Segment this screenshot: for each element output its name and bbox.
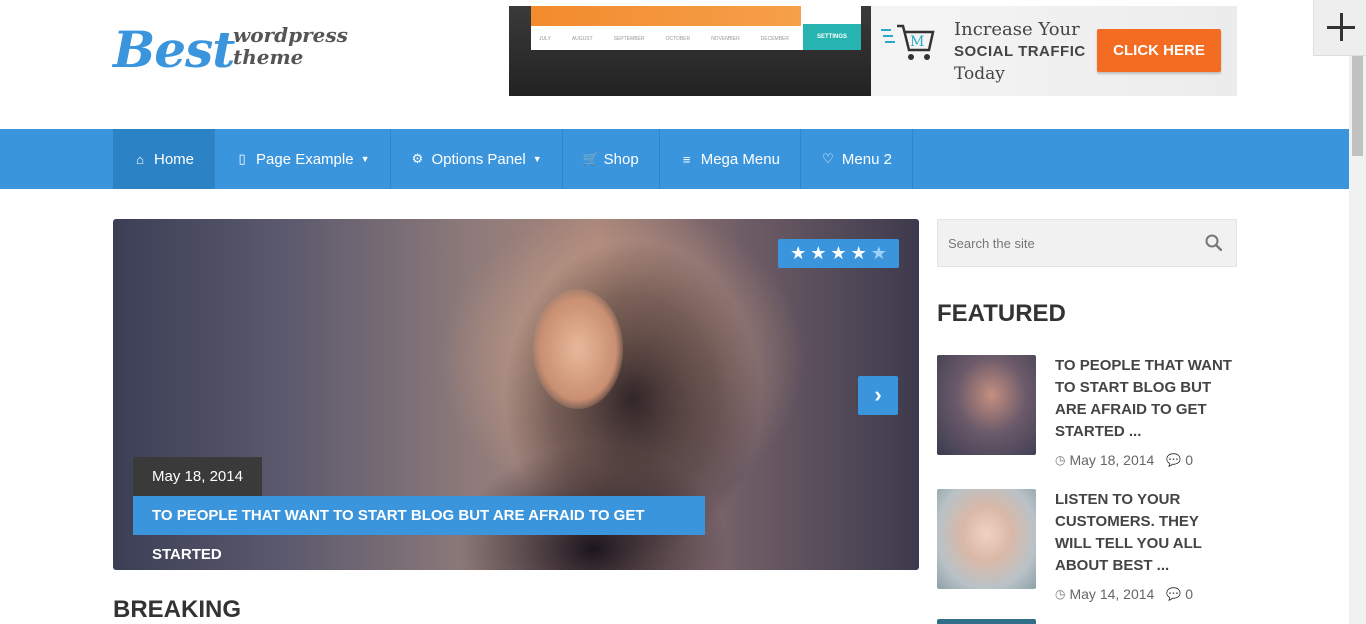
post-thumbnail[interactable] [937,619,1036,624]
banner-tick: JULY [539,36,551,42]
star-icon: ★ [870,243,887,263]
nav-item-shop[interactable]: 🛒 Shop [563,129,660,189]
nav-items: ⌂ Home ▯ Page Example ▼ ⚙ Options Panel … [113,129,913,189]
post-date: May 18, 2014 [1069,452,1155,468]
post-title[interactable]: LISTEN TO YOUR CUSTOMERS. THEY WILL TELL… [1055,489,1237,577]
cogs-icon: ⚙ [411,151,424,166]
banner-screen-bar [531,6,801,26]
logo-wordmark: Best [113,20,235,79]
cart-letter: M [910,34,924,50]
nav-item-label: Page Example [256,150,354,168]
logo-tagline-line1: wordpress [233,23,348,47]
banner-tick: DECEMBER [760,36,789,42]
slider-post-title[interactable]: TO PEOPLE THAT WANT TO START BLOG BUT AR… [133,496,705,563]
nav-item-label: Menu 2 [841,150,892,168]
comments-icon: 💬 [1166,587,1182,601]
nav-item-label: Options Panel [431,150,526,168]
star-icon: ★ [810,243,827,263]
featured-heading: FEATURED [937,300,1066,327]
tablet-icon: ▯ [238,151,246,166]
post-comment-count[interactable]: 0 [1185,586,1193,602]
banner-laptop-screen: JULY AUGUST SEPTEMBER OCTOBER NOVEMBER D… [531,6,861,50]
logo-tagline: wordpress theme [233,24,348,68]
banner-text: Increase Your SOCIAL TRAFFIC Today [954,19,1086,85]
click-here-button[interactable]: CLICK HERE [1097,29,1221,72]
nav-item-page-example[interactable]: ▯ Page Example ▼ [215,129,391,189]
post-meta: ◷ May 14, 2014 💬 0 [1055,586,1193,602]
post-date: May 14, 2014 [1069,586,1155,602]
featured-post[interactable]: LISTEN TO YOUR CUSTOMERS. THEY WILL TELL… [937,489,1237,602]
clock-icon: ◷ [1055,587,1066,601]
banner-line3: Today [954,64,1005,84]
cart-icon: M [881,24,935,60]
post-meta: ◷ May 18, 2014 💬 0 [1055,452,1193,468]
chevron-right-icon[interactable]: › [858,376,898,415]
post-thumbnail[interactable] [937,489,1036,589]
star-icon: ★ [850,243,867,263]
nav-item-menu-2[interactable]: ♡ Menu 2 [801,129,913,189]
slider-date: May 18, 2014 [133,457,262,496]
header-ad-banner[interactable]: JULY AUGUST SEPTEMBER OCTOBER NOVEMBER D… [509,6,1237,96]
home-icon: ⌂ [136,151,144,167]
banner-line2: SOCIAL TRAFFIC [954,43,1086,60]
banner-tick: NOVEMBER [711,36,740,42]
bars-icon: ≡ [682,151,691,167]
nav-item-label: Shop [603,150,639,168]
nav-item-mega-menu[interactable]: ≡ Mega Menu [660,129,801,189]
search-box [937,219,1237,267]
page-scrollbar[interactable] [1349,56,1366,624]
chevron-down-icon: ▼ [360,154,370,164]
plus-icon[interactable] [1313,0,1366,56]
banner-screen-label: SETTINGS [803,24,861,50]
scrollbar-thumb[interactable] [1352,56,1363,156]
main-navigation: ⌂ Home ▯ Page Example ▼ ⚙ Options Panel … [0,129,1349,189]
chevron-down-icon: ▼ [532,154,542,164]
comments-icon: 💬 [1166,453,1182,467]
banner-tick: SEPTEMBER [613,36,645,42]
clock-icon: ◷ [1055,453,1066,467]
banner-laptop-image: JULY AUGUST SEPTEMBER OCTOBER NOVEMBER D… [509,6,871,96]
search-icon[interactable] [1205,234,1222,251]
post-thumbnail[interactable] [937,355,1036,455]
featured-post[interactable]: TO PEOPLE THAT WANT TO START BLOG BUT AR… [937,355,1237,468]
nav-item-home[interactable]: ⌂ Home [113,129,216,189]
featured-slider[interactable]: ★ ★ ★ ★ ★ › May 18, 2014 TO PEOPLE THAT WANT… [113,219,919,570]
search-input[interactable] [938,220,1188,266]
site-logo[interactable]: Best wordpress theme [113,18,348,80]
heart-icon: ♡ [822,151,834,166]
nav-item-label: Home [154,150,195,168]
banner-line1: Increase Your [954,19,1080,40]
star-icon: ★ [790,243,807,263]
banner-tick: AUGUST [571,36,593,42]
slider-image-face [533,289,623,409]
nav-item-options-panel[interactable]: ⚙ Options Panel ▼ [391,129,563,189]
rating-stars: ★ ★ ★ ★ ★ [778,239,899,268]
banner-screen-ticks: JULY AUGUST SEPTEMBER OCTOBER NOVEMBER D… [539,36,789,42]
nav-item-label: Mega Menu [700,150,780,168]
star-icon: ★ [830,243,847,263]
logo-tagline-line2: theme [233,45,304,69]
post-title[interactable]: TO PEOPLE THAT WANT TO START BLOG BUT AR… [1055,355,1237,443]
cart-icon: 🛒 [582,151,599,166]
banner-tick: OCTOBER [665,36,691,42]
post-comment-count[interactable]: 0 [1185,452,1193,468]
breaking-heading: BREAKING [113,596,242,623]
